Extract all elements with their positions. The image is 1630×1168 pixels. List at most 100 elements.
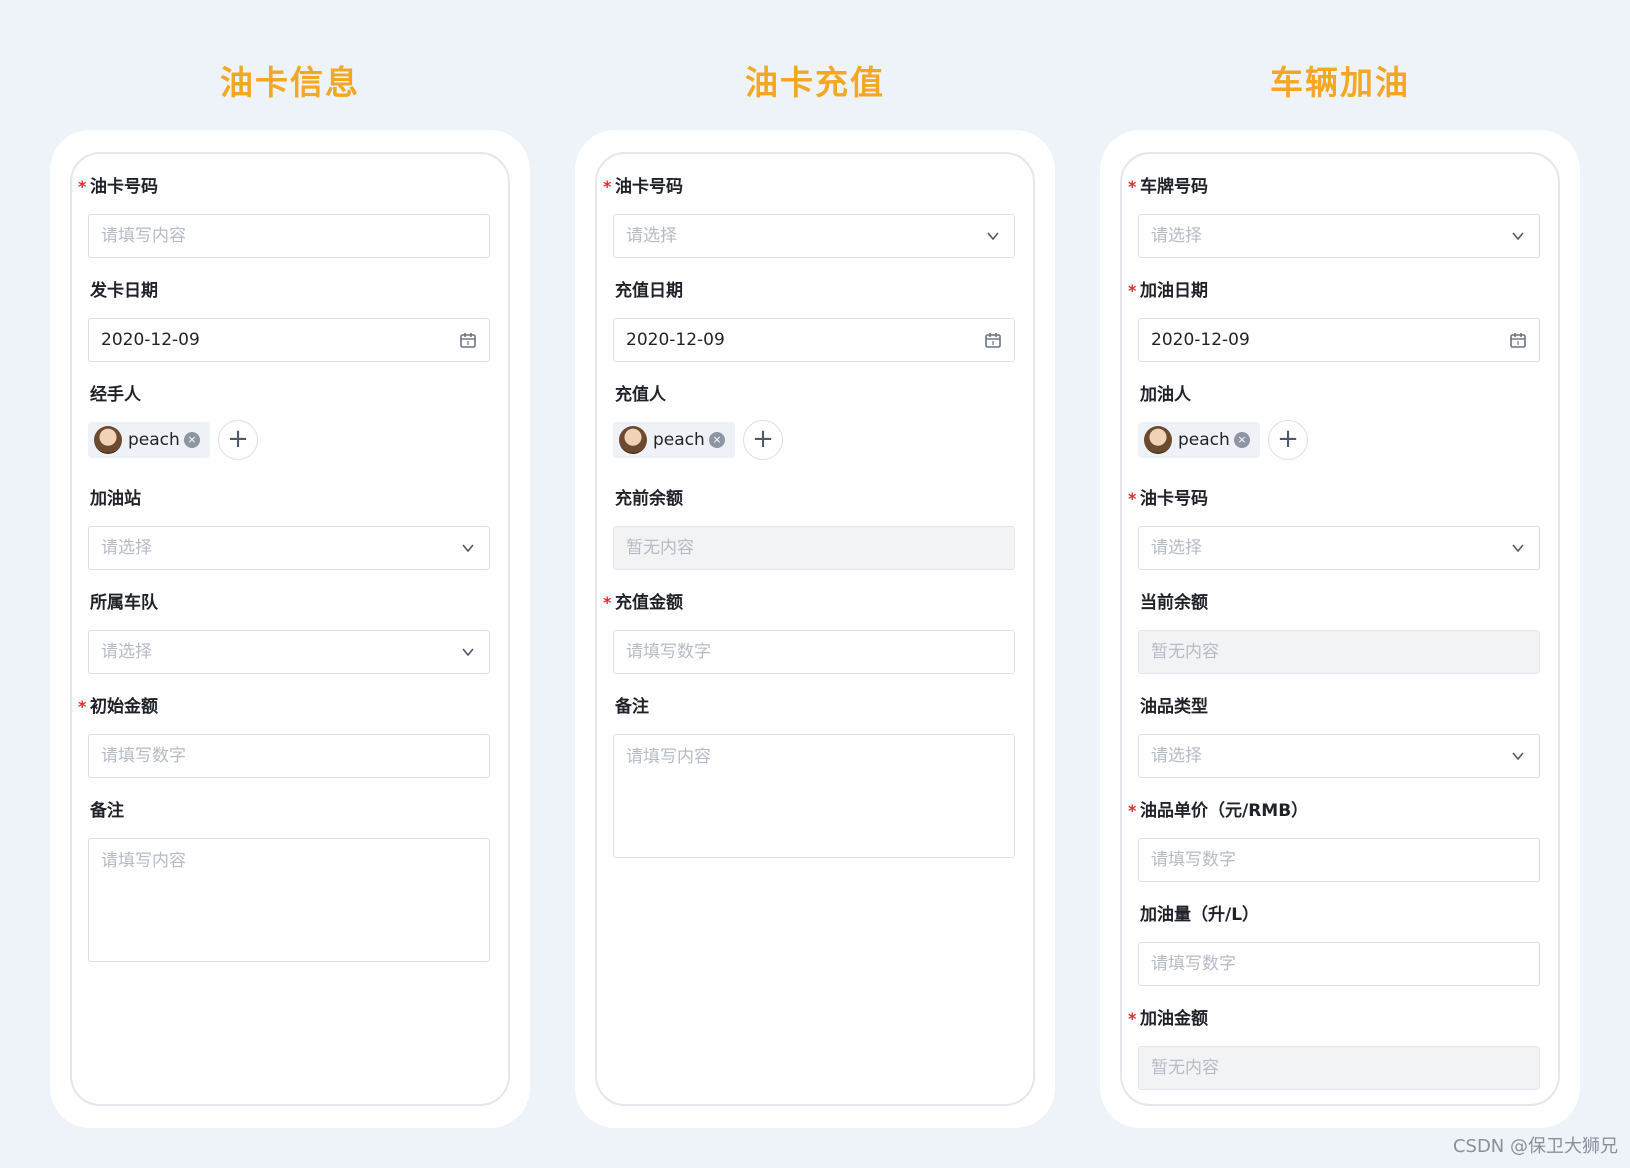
label-card-no: 油卡号码	[90, 177, 158, 197]
chevron-down-icon	[1512, 232, 1524, 241]
init-amount-placeholder: 请填写数字	[101, 746, 186, 766]
required-mark: *	[603, 593, 612, 612]
field-handler: 经手人 peach × +	[88, 384, 490, 462]
field-remark: 备注 请填写内容	[613, 696, 1015, 858]
watermark: CSDN @保卫大狮兄	[1452, 1136, 1618, 1157]
calendar-icon[interactable]	[984, 331, 1002, 349]
calendar-icon[interactable]	[1509, 331, 1527, 349]
field-issue-date: 发卡日期 2020-12-09	[88, 280, 490, 362]
balance-before-input: 暂无内容	[613, 526, 1015, 570]
title-card-recharge: 油卡充值	[745, 63, 885, 102]
person-chip[interactable]: peach ×	[1138, 422, 1260, 458]
chevron-down-icon	[462, 648, 474, 657]
avatar	[94, 426, 122, 454]
label-balance-before: 充前余额	[615, 489, 683, 509]
recharge-date-value: 2020-12-09	[626, 330, 725, 350]
calendar-icon[interactable]	[459, 331, 477, 349]
recharge-amount-input[interactable]: 请填写数字	[613, 630, 1015, 674]
remark-placeholder: 请填写内容	[626, 747, 711, 767]
card-info-panel: * 油卡号码 请填写内容 发卡日期 2020-12-09 经手人 peach × …	[50, 130, 530, 1128]
volume-placeholder: 请填写数字	[1151, 954, 1236, 974]
issue-date-picker[interactable]: 2020-12-09	[88, 318, 490, 362]
card-no-placeholder: 请选择	[1151, 538, 1202, 558]
refuel-date-picker[interactable]: 2020-12-09	[1138, 318, 1540, 362]
balance-before-placeholder: 暂无内容	[626, 538, 694, 558]
field-recharge-date: 充值日期 2020-12-09	[613, 280, 1015, 362]
label-refuel-date: 加油日期	[1140, 281, 1208, 301]
label-remark: 备注	[615, 697, 649, 717]
field-balance-before: 充前余额 暂无内容	[613, 488, 1015, 570]
field-card-no: * 油卡号码 请填写内容	[78, 176, 490, 258]
required-mark: *	[1128, 281, 1137, 300]
required-mark: *	[1128, 489, 1137, 508]
unit-price-input[interactable]: 请填写数字	[1138, 838, 1540, 882]
oil-type-select[interactable]: 请选择	[1138, 734, 1540, 778]
vehicle-refuel-panel: * 车牌号码 请选择 * 加油日期 2020-12-09 加油人 peach × +	[1100, 130, 1580, 1128]
remark-textarea[interactable]: 请填写内容	[613, 734, 1015, 858]
field-card-no: * 油卡号码 请选择	[603, 176, 1015, 258]
close-circle-icon[interactable]: ×	[184, 432, 200, 448]
card-no-input[interactable]: 请填写内容	[88, 214, 490, 258]
person-picker: peach × +	[88, 420, 490, 462]
person-chip[interactable]: peach ×	[613, 422, 735, 458]
title-vehicle-refuel: 车辆加油	[1270, 63, 1410, 102]
avatar	[1144, 426, 1172, 454]
field-balance: 当前余额 暂无内容	[1138, 592, 1540, 674]
recharge-date-picker[interactable]: 2020-12-09	[613, 318, 1015, 362]
init-amount-input[interactable]: 请填写数字	[88, 734, 490, 778]
label-issue-date: 发卡日期	[90, 281, 158, 301]
person-name: peach	[128, 430, 180, 450]
field-recharger: 充值人 peach × +	[613, 384, 1015, 462]
field-init-amount: * 初始金额 请填写数字	[78, 696, 490, 778]
label-refueler: 加油人	[1140, 385, 1191, 405]
add-person-button[interactable]: +	[218, 420, 258, 460]
vehicle-refuel-form: * 车牌号码 请选择 * 加油日期 2020-12-09 加油人 peach × +	[1120, 152, 1560, 1106]
label-init-amount: 初始金额	[90, 697, 158, 717]
label-station: 加油站	[90, 489, 141, 509]
amount-placeholder: 暂无内容	[1151, 1058, 1219, 1078]
label-card-no: 油卡号码	[1140, 489, 1208, 509]
card-no-select[interactable]: 请选择	[613, 214, 1015, 258]
label-remark: 备注	[90, 801, 124, 821]
field-volume: 加油量（升/L） 请填写数字	[1138, 904, 1540, 986]
remark-textarea[interactable]: 请填写内容	[88, 838, 490, 962]
person-chip[interactable]: peach ×	[88, 422, 210, 458]
field-remark: 备注 请填写内容	[88, 800, 490, 962]
person-name: peach	[653, 430, 705, 450]
station-select[interactable]: 请选择	[88, 526, 490, 570]
chevron-down-icon	[462, 544, 474, 553]
chevron-down-icon	[1512, 752, 1524, 761]
unit-price-placeholder: 请填写数字	[1151, 850, 1236, 870]
field-plate-no: * 车牌号码 请选择	[1128, 176, 1540, 258]
chevron-down-icon	[987, 232, 999, 241]
label-volume: 加油量（升/L）	[1140, 905, 1260, 925]
label-handler: 经手人	[90, 385, 141, 405]
add-person-button[interactable]: +	[1268, 420, 1308, 460]
fleet-select[interactable]: 请选择	[88, 630, 490, 674]
oil-type-placeholder: 请选择	[1151, 746, 1202, 766]
label-unit-price: 油品单价（元/RMB）	[1140, 801, 1309, 821]
plate-no-placeholder: 请选择	[1151, 226, 1202, 246]
title-card-info: 油卡信息	[220, 63, 360, 102]
field-fleet: 所属车队 请选择	[88, 592, 490, 674]
card-recharge-panel: *油卡号码 请选择 充值日期 2020-12-09 充值人 peach × +	[575, 130, 1055, 1128]
required-mark: *	[1128, 1009, 1137, 1028]
close-circle-icon[interactable]: ×	[1234, 432, 1250, 448]
field-station: 加油站 请选择	[88, 488, 490, 570]
balance-placeholder: 暂无内容	[1151, 642, 1219, 662]
close-circle-icon[interactable]: ×	[709, 432, 725, 448]
amount-input: 暂无内容	[1138, 1046, 1540, 1090]
required-mark: *	[1128, 801, 1137, 820]
label-recharger: 充值人	[615, 385, 666, 405]
field-card-no: * 油卡号码 请选择	[1128, 488, 1540, 570]
plate-no-select[interactable]: 请选择	[1138, 214, 1540, 258]
card-no-placeholder: 请选择	[626, 226, 677, 246]
label-balance: 当前余额	[1140, 593, 1208, 613]
chevron-down-icon	[1512, 544, 1524, 553]
volume-input[interactable]: 请填写数字	[1138, 942, 1540, 986]
label-card-no: 油卡号码	[615, 177, 683, 197]
label-amount: 加油金额	[1140, 1009, 1208, 1029]
label-plate-no: 车牌号码	[1140, 177, 1208, 197]
card-no-select[interactable]: 请选择	[1138, 526, 1540, 570]
add-person-button[interactable]: +	[743, 420, 783, 460]
